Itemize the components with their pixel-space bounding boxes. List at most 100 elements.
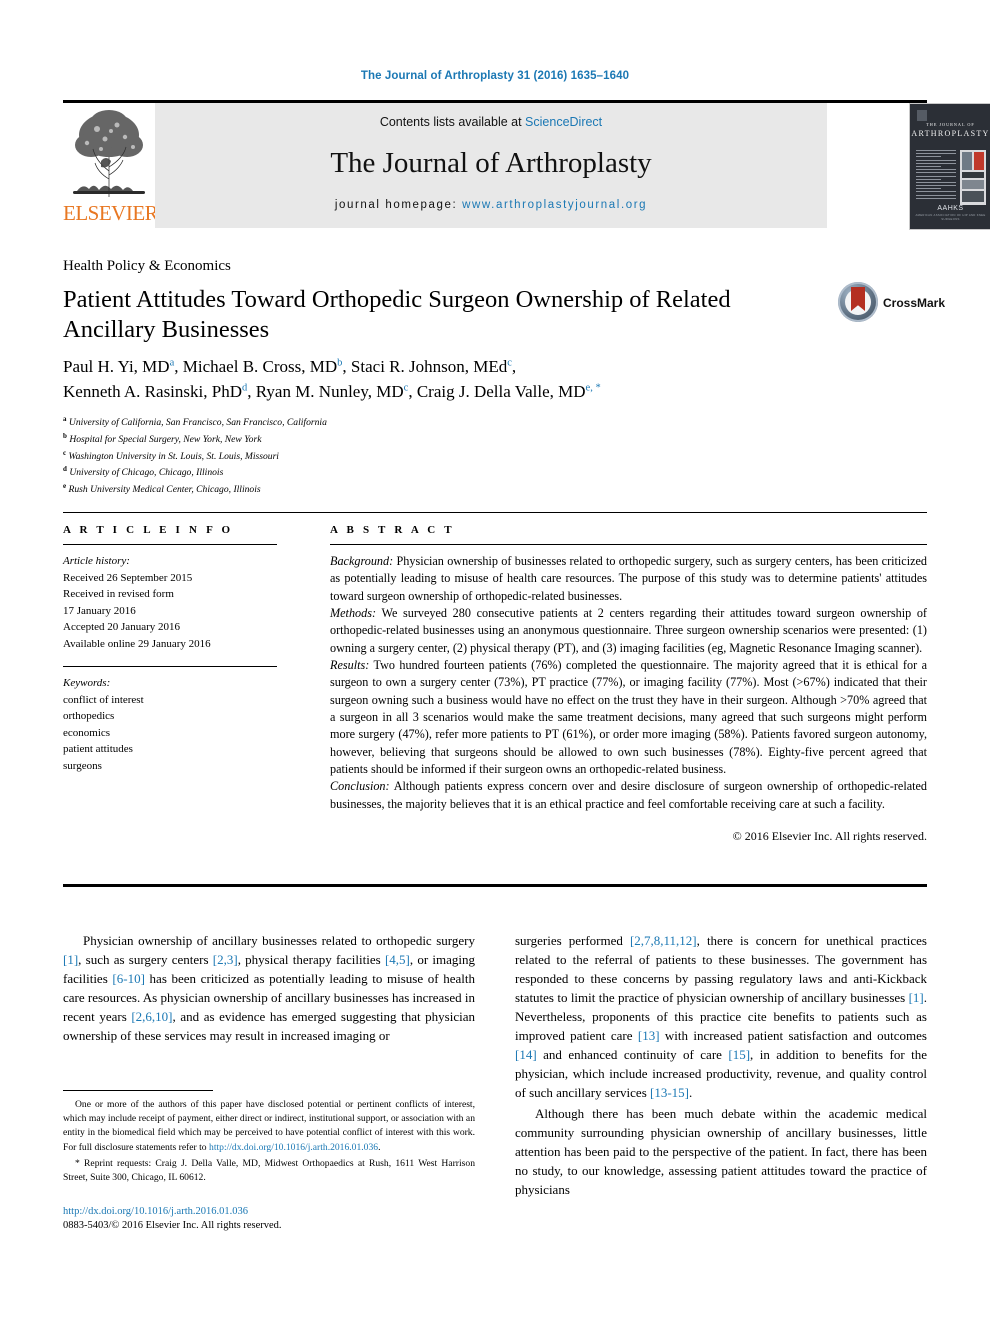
- journal-title: The Journal of Arthroplasty: [330, 147, 652, 179]
- affiliation-mark-a: a: [63, 415, 67, 423]
- running-head: The Journal of Arthroplasty 31 (2016) 16…: [360, 70, 630, 82]
- sciencedirect-link[interactable]: ScienceDirect: [525, 115, 602, 129]
- footnote-disclosure: One or more of the authors of this paper…: [63, 1098, 475, 1155]
- affiliation-b: b Hospital for Special Surgery, New York…: [63, 431, 663, 448]
- masthead-banner: Contents lists available at ScienceDirec…: [155, 103, 827, 228]
- cover-emblem-icon: [917, 110, 927, 121]
- abstract-text-results: Two hundred fourteen patients (76%) comp…: [330, 657, 927, 776]
- body-paragraph-text: surgeries performed [2,7,8,11,12], there…: [515, 933, 927, 1100]
- author-name-6: Craig J. Della Valle, MD: [416, 381, 586, 401]
- article-info-column: A R T I C L E I N F O Article history: R…: [63, 524, 277, 774]
- article-info-heading: A R T I C L E I N F O: [63, 524, 234, 536]
- body-paragraph: Although there has been much debate with…: [515, 1105, 927, 1200]
- history-item-4: Available online 29 January 2016: [63, 637, 211, 650]
- author-name-1: Paul H. Yi, MD: [63, 357, 170, 376]
- keyword-3: patient attitudes: [63, 743, 133, 755]
- abstract-label-results: Results:: [330, 657, 370, 672]
- crossmark-badge-icon: [838, 282, 878, 322]
- history-item-1: Received in revised form: [63, 588, 174, 600]
- footnote-disclosure-link[interactable]: http://dx.doi.org/10.1016/j.arth.2016.01…: [209, 1142, 378, 1153]
- keyword-2: economics: [63, 726, 111, 739]
- affiliation-mark-b: b: [63, 431, 67, 440]
- body-column-left: Physician ownership of ancillary busines…: [63, 932, 475, 1048]
- abstract-label-methods: Methods:: [330, 605, 377, 620]
- footnote-block: One or more of the authors of this paper…: [63, 1098, 475, 1187]
- affiliation-mark-c: c: [63, 448, 67, 457]
- crossmark-badge[interactable]: CrossMark: [838, 282, 945, 326]
- elsevier-tree-icon: [67, 105, 151, 201]
- doi-block: http://dx.doi.org/10.1016/j.arth.2016.01…: [63, 1205, 475, 1233]
- article-history-block: Article history: Received 26 September 2…: [63, 553, 277, 652]
- affiliation-mark-e: e: [63, 482, 67, 491]
- author-list: Paul H. Yi, MDa, Michael B. Cross, MDb, …: [63, 357, 601, 401]
- abstract-section-background: Background: Physician ownership of busin…: [330, 553, 927, 605]
- doi-link[interactable]: http://dx.doi.org/10.1016/j.arth.2016.01…: [63, 1205, 475, 1219]
- keyword-4: surgeons: [63, 759, 102, 772]
- journal-homepage-line: journal homepage: www.arthroplastyjourna…: [155, 199, 827, 211]
- affiliation-text-d: University of Chicago, Chicago, Illinois: [69, 467, 224, 479]
- section-kicker: Health Policy & Economics: [63, 258, 231, 274]
- abstract-rule: [330, 544, 927, 545]
- affiliation-a: a University of California, San Francisc…: [63, 414, 663, 431]
- body-paragraph-text: Although there has been much debate with…: [515, 1105, 927, 1197]
- masthead: ELSEVIER Contents lists available at Sci…: [63, 103, 990, 230]
- author-mark-2: b: [337, 357, 343, 369]
- abstract-section-conclusion: Conclusion: Although patients express co…: [330, 778, 927, 813]
- abstract-text-background: Physician ownership of businesses relate…: [330, 554, 927, 603]
- keyword-0: conflict of interest: [63, 693, 144, 706]
- body-paragraph: surgeries performed [2,7,8,11,12], there…: [515, 932, 927, 1103]
- body-paragraph-text: Physician ownership of ancillary busines…: [63, 933, 476, 1043]
- abstract-text-conclusion: Although patients express concern over a…: [330, 779, 927, 811]
- history-item-0: Received 26 September 2015: [63, 571, 193, 584]
- cover-society-subtitle: AMERICAN ASSOCIATION OF HIP AND KNEE SUR…: [915, 213, 986, 221]
- author-mark-5: c: [403, 381, 409, 393]
- homepage-label: journal homepage:: [334, 199, 463, 211]
- abstract-body: Background: Physician ownership of busin…: [330, 553, 927, 813]
- footnote-rule: [63, 1090, 213, 1091]
- affiliation-list: a University of California, San Francisc…: [63, 414, 663, 498]
- author-name-4: Kenneth A. Rasinski, PhD: [63, 381, 242, 401]
- cover-title-line2: ARTHROPLASTY: [911, 129, 990, 138]
- elsevier-wordmark: ELSEVIER: [63, 201, 159, 225]
- author-name-5: Ryan M. Nunley, MD: [255, 381, 404, 401]
- article-title: Patient Attitudes Toward Orthopedic Surg…: [63, 286, 731, 344]
- abstract-section-methods: Methods: We surveyed 280 consecutive pat…: [330, 605, 927, 657]
- author-mark-4: d: [241, 381, 248, 393]
- elsevier-logo: ELSEVIER: [63, 103, 159, 228]
- author-name-3: Staci R. Johnson, MEd: [350, 357, 508, 376]
- cover-title: THE JOURNAL OF ARTHROPLASTY: [910, 122, 990, 138]
- journal-cover-thumbnail: THE JOURNAL OF ARTHROPLASTY AAHKS AMERIC…: [909, 103, 990, 230]
- author-mark-3: c: [507, 357, 512, 369]
- author-mark-1: a: [169, 357, 175, 369]
- cover-title-line1: THE JOURNAL OF: [926, 122, 975, 127]
- body-paragraph: Physician ownership of ancillary busines…: [63, 932, 475, 1046]
- history-item-3: Accepted 20 January 2016: [63, 621, 180, 633]
- body-column-right: surgeries performed [2,7,8,11,12], there…: [515, 932, 927, 1202]
- abstract-copyright: © 2016 Elsevier Inc. All rights reserved…: [732, 828, 927, 843]
- abstract-column: A B S T R A C T Background: Physician ow…: [330, 524, 927, 844]
- author-name-2: Michael B. Cross, MD: [182, 357, 338, 376]
- keywords-block: Keywords: conflict of interest orthopedi…: [63, 666, 277, 774]
- abstract-text-methods: We surveyed 280 consecutive patients at …: [330, 605, 927, 655]
- article-history-label: Article history:: [63, 555, 130, 567]
- info-band-top-rule: [63, 512, 927, 513]
- affiliation-text-c: Washington University in St. Louis, St. …: [68, 450, 279, 462]
- info-band-bottom-rule: [63, 884, 927, 887]
- abstract-label-conclusion: Conclusion:: [330, 779, 390, 794]
- issn-copyright-line: 0883-5403/© 2016 Elsevier Inc. All right…: [63, 1220, 282, 1232]
- keyword-1: orthopedics: [63, 710, 115, 722]
- cover-figure-thumb: [960, 150, 986, 205]
- cover-society-logo: AAHKS AMERICAN ASSOCIATION OF HIP AND KN…: [910, 205, 990, 221]
- contents-line: Contents lists available at ScienceDirec…: [155, 115, 827, 129]
- history-item-2: 17 January 2016: [63, 604, 136, 617]
- cover-society-name: AAHKS: [937, 205, 964, 212]
- footnote-reprint: * Reprint requests: Craig J. Della Valle…: [63, 1157, 475, 1183]
- affiliation-d: d University of Chicago, Chicago, Illino…: [63, 464, 663, 481]
- contents-prefix: Contents lists available at: [379, 115, 526, 129]
- abstract-heading: A B S T R A C T: [330, 524, 455, 536]
- abstract-label-background: Background:: [330, 554, 394, 568]
- crossmark-label: CrossMark: [883, 296, 946, 310]
- affiliation-c: c Washington University in St. Louis, St…: [63, 448, 663, 465]
- journal-homepage-link[interactable]: www.arthroplastyjournal.org: [462, 199, 647, 211]
- keywords-label: Keywords:: [63, 677, 111, 689]
